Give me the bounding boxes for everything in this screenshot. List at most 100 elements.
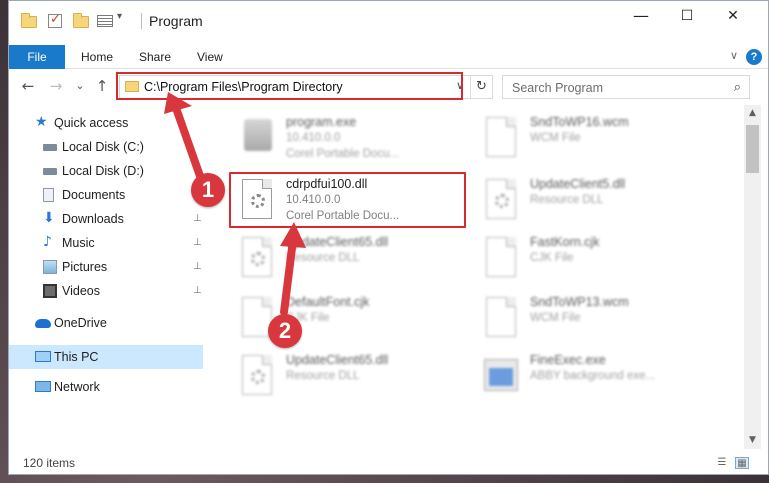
address-highlight-box [116,72,463,100]
file-name: FastKorn.cjk [530,235,600,249]
scroll-down-icon[interactable]: ▼ [744,432,761,449]
network-icon [35,381,51,392]
file-type: WCM File [530,132,581,144]
pin-icon[interactable]: ⊥ [193,237,202,248]
status-bar: 120 items ☰ ▦ [9,451,768,475]
sidebar-item-label: Local Disk (D:) [62,164,144,178]
drive-icon [43,144,57,151]
file-type: Resource DLL [286,370,360,382]
file-type: WCM File [530,312,581,324]
file-version: 10.410.0.0 [286,132,341,144]
recent-locations-icon[interactable]: ⌄ [69,75,91,97]
dll-file-icon [238,235,278,279]
computer-icon [35,351,51,362]
file-name: SndToWP16.wcm [530,115,629,129]
navigation-pane: ★ Quick access Local Disk (C:) Local Dis… [9,105,209,449]
ribbon-tabs: File Home Share View ∨ ? [9,45,768,69]
document-icon [482,235,522,279]
forward-arrow-icon[interactable]: → [45,75,67,97]
file-tile[interactable]: SndToWP16.wcm WCM File [482,111,722,163]
music-icon: ♪ [43,234,52,250]
refresh-icon[interactable]: ↻ [470,76,492,98]
vertical-scrollbar[interactable]: ▲ ▼ [744,105,761,449]
file-tile[interactable]: SndToWP13.wcm WCM File [482,291,722,343]
tab-file[interactable]: File [9,45,65,69]
file-name: SndToWP13.wcm [530,295,629,309]
pin-icon[interactable]: ⊥ [193,261,202,272]
maximize-button[interactable]: ☐ [665,1,709,31]
up-arrow-icon[interactable]: ↑ [91,75,113,97]
cloud-icon [35,319,51,328]
scroll-thumb[interactable] [746,125,759,173]
search-input[interactable]: Search Program [512,81,603,95]
tab-view[interactable]: View [197,45,223,69]
pin-icon[interactable]: ⊥ [193,285,202,296]
sidebar-item-label: Music [62,236,95,250]
sidebar-item-label: Videos [62,284,100,298]
item-count: 120 items [23,456,76,470]
new-folder-icon[interactable] [73,13,89,29]
sidebar-item-label: Local Disk (C:) [62,140,144,154]
videos-icon [43,284,57,298]
drive-icon [43,168,57,175]
sidebar-item-label: This PC [54,350,99,364]
file-tile[interactable]: FineExec.exe ABBY background exe... [482,349,722,401]
title-bar: ▾ Program — ☐ ✕ [9,1,768,41]
step-badge-1: 1 [191,173,225,207]
file-list: program.exe 10.410.0.0 Corel Portable Do… [212,105,741,449]
dll-file-icon [482,177,522,221]
file-tile[interactable]: program.exe 10.410.0.0 Corel Portable Do… [238,111,478,163]
exe-file-icon [482,353,522,397]
document-icon [482,115,522,159]
sidebar-item-label: OneDrive [54,316,107,330]
file-tile[interactable]: FastKorn.cjk CJK File [482,231,722,283]
file-name: UpdateClient65.dll [286,353,389,367]
folder-icon [21,13,37,29]
file-type: Resource DLL [530,194,604,206]
file-description: ABBY background exe... [530,370,656,382]
sidebar-item-label: Network [54,380,100,394]
star-icon: ★ [35,114,48,130]
file-highlight-box [229,172,466,228]
file-name: UpdateClient65.dll [286,235,389,249]
sidebar-item-label: Downloads [62,212,124,226]
minimize-button[interactable]: — [619,1,663,31]
search-icon[interactable]: ⌕ [734,80,741,95]
properties-check-icon[interactable] [47,12,63,29]
search-box[interactable]: Search Program ⌕ [502,75,750,99]
sidebar-item-label: Documents [62,188,126,202]
properties-icon[interactable] [97,13,113,29]
close-button[interactable]: ✕ [711,1,755,31]
scroll-up-icon[interactable]: ▲ [744,105,761,122]
file-tile[interactable]: UpdateClient65.dll Resource DLL [238,231,478,283]
file-description: Corel Portable Docu... [286,148,400,160]
sidebar-item-label: Pictures [62,260,108,274]
ribbon-expand-icon[interactable]: ∨ [730,49,738,62]
file-name: program.exe [286,115,357,129]
tab-share[interactable]: Share [139,45,171,69]
file-tile[interactable]: UpdateClient5.dll Resource DLL [482,173,722,225]
file-name: UpdateClient5.dll [530,177,626,191]
file-name: DefaultFont.cjk [286,295,370,309]
pictures-icon [43,260,57,274]
tab-home[interactable]: Home [81,45,113,69]
details-view-icon[interactable]: ☰ [715,457,729,469]
file-type: Resource DLL [286,252,360,264]
file-tile[interactable]: UpdateClient65.dll Resource DLL [238,349,478,401]
file-type: CJK File [530,252,574,264]
document-icon [482,295,522,339]
help-icon[interactable]: ? [746,49,762,65]
tiles-view-icon[interactable]: ▦ [735,457,749,469]
exe-file-icon [238,115,278,159]
downloads-icon: ⬇ [43,210,55,226]
customize-quick-access-icon[interactable]: ▾ [117,11,133,27]
sidebar-item-label: Quick access [54,116,129,130]
title-separator [141,13,142,29]
back-arrow-icon[interactable]: ← [17,75,39,97]
documents-icon [43,188,54,202]
file-name: FineExec.exe [530,353,606,367]
dll-file-icon [238,353,278,397]
window-title: Program [149,13,203,29]
step-badge-2: 2 [268,314,302,348]
pin-icon[interactable]: ⊥ [193,213,202,224]
